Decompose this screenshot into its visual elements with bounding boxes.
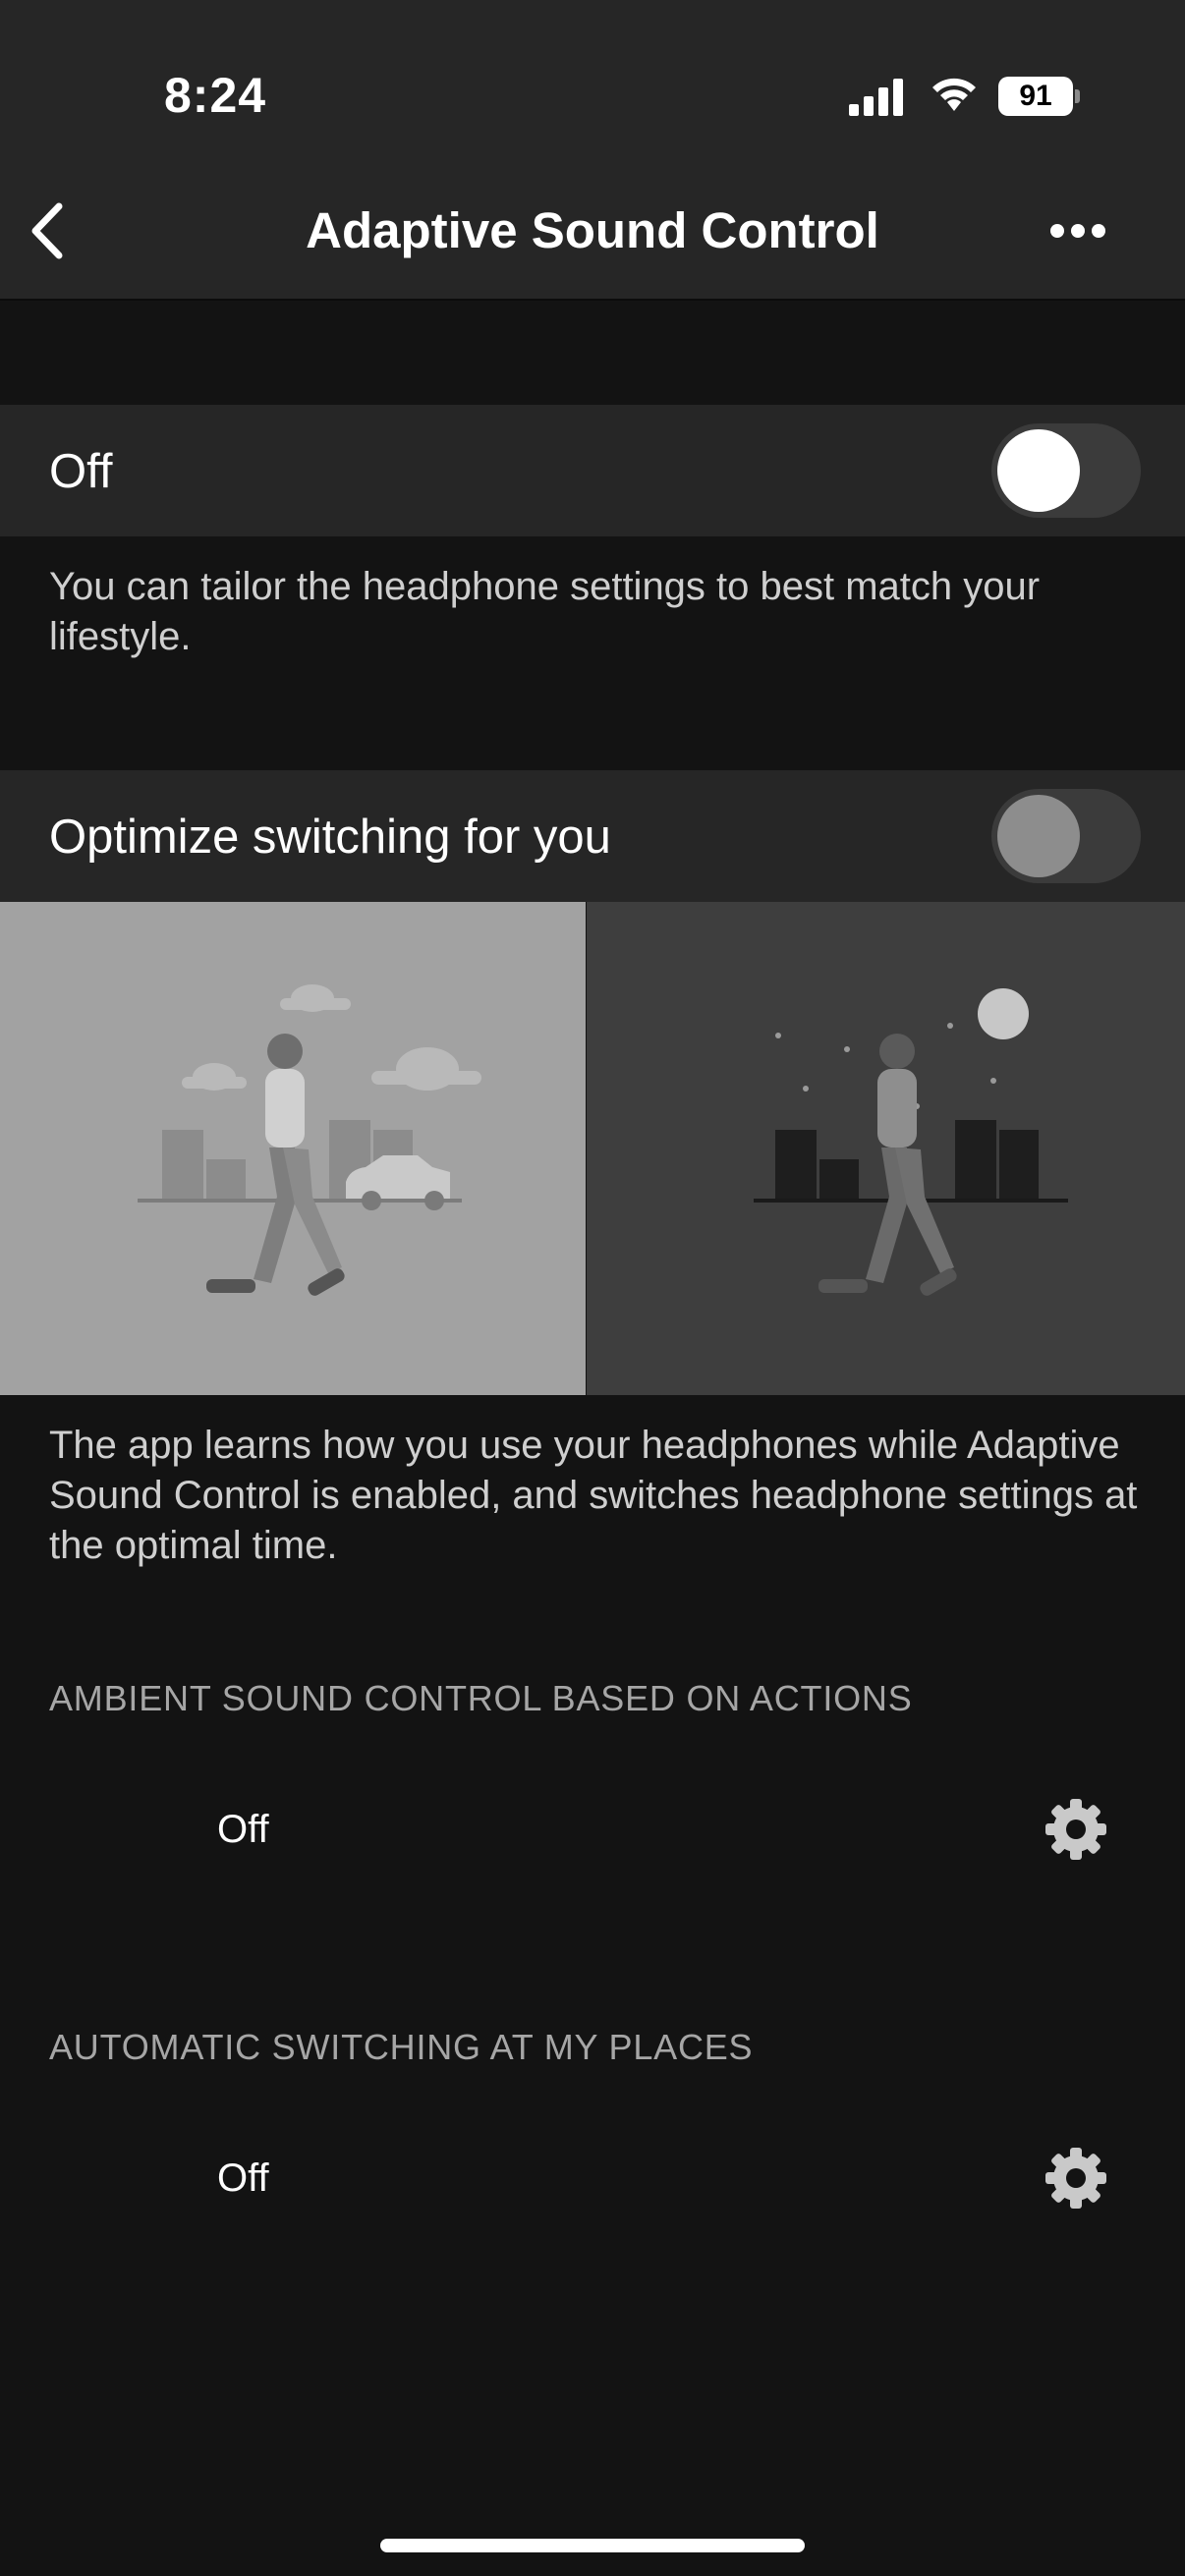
optimize-description: The app learns how you use your headphon…	[49, 1424, 1138, 1567]
ambient-section-header: AMBIENT SOUND CONTROL BASED ON ACTIONS	[49, 1678, 913, 1718]
more-options-icon[interactable]	[1042, 206, 1114, 255]
optimize-switching-switch[interactable]	[991, 789, 1141, 883]
signal-icon	[849, 79, 903, 116]
ambient-setting-value: Off	[217, 1808, 269, 1851]
adaptive-toggle-label: Off	[49, 445, 113, 498]
night-scene-illustration	[587, 902, 1185, 1395]
page-title: Adaptive Sound Control	[306, 202, 879, 258]
optimize-toggle-label: Optimize switching for you	[49, 811, 611, 864]
gear-icon[interactable]	[1042, 2144, 1110, 2212]
optimize-toggle-row[interactable]: Optimize switching for you	[0, 770, 1185, 902]
home-indicator[interactable]	[380, 2539, 805, 2552]
status-time: 8:24	[164, 68, 267, 123]
adaptive-toggle-row[interactable]: Off	[0, 405, 1185, 536]
battery-level: 91	[1019, 80, 1052, 112]
gear-icon[interactable]	[1042, 1795, 1110, 1864]
places-section-header: AUTOMATIC SWITCHING AT MY PLACES	[49, 2027, 754, 2067]
adaptive-sound-control-switch[interactable]	[991, 423, 1141, 518]
optimize-illustration	[0, 902, 1185, 1395]
day-scene-illustration	[0, 902, 586, 1395]
nav-divider	[0, 299, 1185, 301]
adaptive-description: You can tailor the headphone settings to…	[49, 565, 1041, 658]
places-setting-value: Off	[217, 2156, 269, 2200]
wifi-icon	[932, 78, 976, 111]
status-bar: 8:24 91	[0, 0, 1185, 187]
battery-icon: 91	[998, 77, 1080, 116]
